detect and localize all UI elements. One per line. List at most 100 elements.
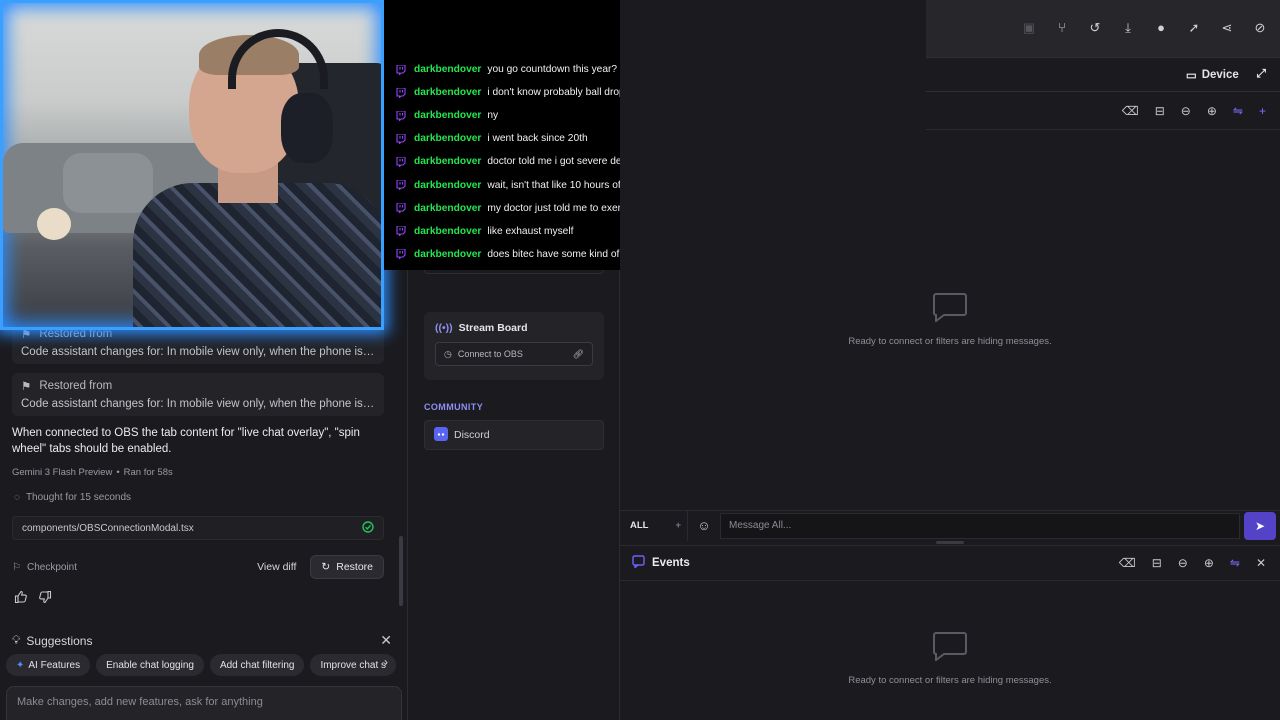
- app-sidebar: ((•)) Stream Board ◷ Connect to OBS 🔗︎ C…: [408, 270, 620, 720]
- chevron-icon: +: [675, 520, 681, 531]
- lightbulb-icon: ◌: [14, 492, 20, 503]
- suggestions-header: 💡︎ Suggestions ✕: [12, 632, 392, 649]
- checkpoint-label: Checkpoint: [26, 561, 77, 573]
- events-toolbar: ⌫ ⊟ ⊖ ⊕ ⇋ ✕: [1119, 556, 1268, 570]
- stream-board-card: ((•)) Stream Board ◷ Connect to OBS 🔗︎: [424, 312, 604, 380]
- zoom-out-icon[interactable]: ⊖: [1181, 104, 1191, 118]
- chat-toolbar: ⌫ ⊟ ⊖ ⊕ ⇋ +: [926, 92, 1280, 130]
- connect-obs-button[interactable]: ◷ Connect to OBS 🔗︎: [435, 342, 593, 366]
- link-icon: 🔗︎: [572, 348, 584, 359]
- card-edge: [424, 270, 604, 274]
- zoom-in-icon[interactable]: ⊕: [1207, 104, 1217, 118]
- restore-arrow-icon: ↻: [321, 561, 331, 573]
- top-toolbar: ▣ ⑂ ↺ ⤓ ● ➚ ⋖ ⊘: [926, 0, 1280, 58]
- file-name: components/OBSConnectionModal.tsx: [22, 522, 194, 534]
- download-icon[interactable]: ⤓: [1118, 20, 1138, 36]
- clock-icon: ◷: [444, 348, 452, 359]
- view-diff-button[interactable]: View diff: [257, 561, 296, 573]
- thumbs-up-icon[interactable]: [14, 590, 28, 607]
- platform-filter-select[interactable]: ALL +: [620, 510, 688, 541]
- chat-username: darkbendover: [414, 156, 482, 168]
- check-circle-icon: [362, 520, 374, 536]
- twitch-icon: [396, 203, 406, 214]
- events-title: Events: [632, 555, 690, 571]
- restored-header: ⚑ Restored from: [21, 379, 375, 393]
- branch-icon[interactable]: ⑂: [1052, 20, 1072, 36]
- filter-sliders-icon[interactable]: ⇋: [1230, 556, 1240, 570]
- github-icon[interactable]: ●: [1151, 20, 1171, 36]
- toolbar-icons: ▣ ⑂ ↺ ⤓ ● ➚ ⋖ ⊘: [1019, 20, 1270, 36]
- chip-label: AI Features: [28, 659, 81, 671]
- resize-handle[interactable]: [936, 541, 964, 544]
- message-square-icon: [933, 631, 967, 662]
- chat-username: darkbendover: [414, 64, 482, 76]
- chip-enable-chat-logging[interactable]: Enable chat logging: [96, 654, 204, 676]
- discord-icon: [434, 426, 448, 444]
- eraser-icon[interactable]: ⌫: [1122, 104, 1139, 118]
- twitch-icon: [396, 133, 406, 144]
- feedback-row: [14, 590, 52, 607]
- webcam-overlay: [0, 0, 384, 330]
- user-prompt: When connected to OBS the tab content fo…: [12, 427, 360, 455]
- webcam-plush: [37, 208, 71, 240]
- stream-board-label: Stream Board: [458, 322, 528, 334]
- message-input[interactable]: [720, 512, 1240, 539]
- send-icon[interactable]: ➤: [1244, 511, 1276, 540]
- community-heading: COMMUNITY: [424, 402, 484, 412]
- restore-button[interactable]: ↻ Restore: [310, 555, 384, 579]
- scrollbar[interactable]: [399, 536, 403, 606]
- chat-empty-text: Ready to connect or filters are hiding m…: [848, 336, 1052, 347]
- expand-icon[interactable]: ⤢: [1257, 68, 1266, 81]
- eraser-icon[interactable]: ⌫: [1119, 556, 1136, 570]
- plus-icon[interactable]: +: [1259, 104, 1266, 118]
- webcam-headphone-cup: [281, 93, 333, 163]
- events-header: Events ⌫ ⊟ ⊖ ⊕ ⇋ ✕: [620, 545, 1280, 581]
- device-bar: ▭ Device ⤢: [926, 58, 1280, 92]
- filter-sliders-icon[interactable]: ⇋: [1233, 104, 1243, 118]
- save-icon[interactable]: ▣: [1019, 20, 1039, 36]
- close-icon[interactable]: ✕: [1256, 556, 1266, 570]
- restored-text: Code assistant changes for: In mobile vi…: [21, 346, 375, 358]
- emoji-icon[interactable]: ☺: [688, 511, 720, 541]
- checkpoint-row: ⚐ Checkpoint View diff ↻ Restore: [12, 555, 384, 579]
- restored-label: Restored from: [39, 380, 113, 392]
- zoom-out-icon[interactable]: ⊖: [1178, 556, 1188, 570]
- suggestion-chips: ✦ AI Features Enable chat logging Add ch…: [6, 654, 398, 676]
- chip-ai-features[interactable]: ✦ AI Features: [6, 654, 91, 676]
- composer-input[interactable]: Make changes, add new features, ask for …: [6, 686, 402, 720]
- changed-file-row[interactable]: components/OBSConnectionModal.tsx: [12, 516, 384, 540]
- device-toggle[interactable]: ▭ Device: [1186, 68, 1239, 82]
- twitch-icon: [396, 180, 406, 191]
- share-icon[interactable]: ⋖: [1217, 20, 1237, 36]
- model-info: Gemini 3 Flash Preview • Ran for 58s: [12, 467, 173, 478]
- restore-flag-icon: ⚑: [21, 381, 32, 393]
- history-icon[interactable]: ↺: [1085, 20, 1105, 36]
- chat-text: like exhaust myself: [487, 225, 574, 237]
- restore-label: Restore: [336, 561, 373, 573]
- rocket-icon[interactable]: ➚: [1184, 20, 1204, 36]
- thumbs-down-icon[interactable]: [38, 590, 52, 607]
- twitch-icon: [396, 249, 406, 260]
- chat-username: darkbendover: [414, 225, 482, 237]
- thought-label: Thought for 15 seconds: [25, 492, 132, 503]
- chat-username: darkbendover: [414, 202, 482, 214]
- chip-add-chat-filtering[interactable]: Add chat filtering: [209, 654, 305, 676]
- layout-icon[interactable]: ⊟: [1152, 556, 1162, 570]
- close-icon[interactable]: ✕: [380, 632, 392, 649]
- device-label: Device: [1201, 68, 1239, 81]
- zoom-in-icon[interactable]: ⊕: [1204, 556, 1214, 570]
- twitch-icon: [396, 87, 406, 98]
- separator-dot: •: [116, 467, 120, 478]
- suggestions-label: Suggestions: [26, 633, 93, 648]
- thought-toggle[interactable]: ◌ Thought for 15 seconds: [14, 492, 131, 503]
- discord-link[interactable]: Discord: [424, 420, 604, 450]
- twitch-icon: [396, 110, 406, 121]
- eye-off-icon[interactable]: ⊘: [1250, 20, 1270, 36]
- layout-icon[interactable]: ⊟: [1155, 104, 1165, 118]
- discord-label: Discord: [454, 429, 490, 441]
- restored-text: Code assistant changes for: In mobile vi…: [21, 398, 375, 410]
- flag-icon: ⚐: [12, 561, 21, 573]
- chevron-right-icon[interactable]: ›: [384, 655, 388, 669]
- restored-card[interactable]: ⚑ Restored from Code assistant changes f…: [12, 373, 384, 416]
- model-name: Gemini 3 Flash Preview: [12, 467, 113, 478]
